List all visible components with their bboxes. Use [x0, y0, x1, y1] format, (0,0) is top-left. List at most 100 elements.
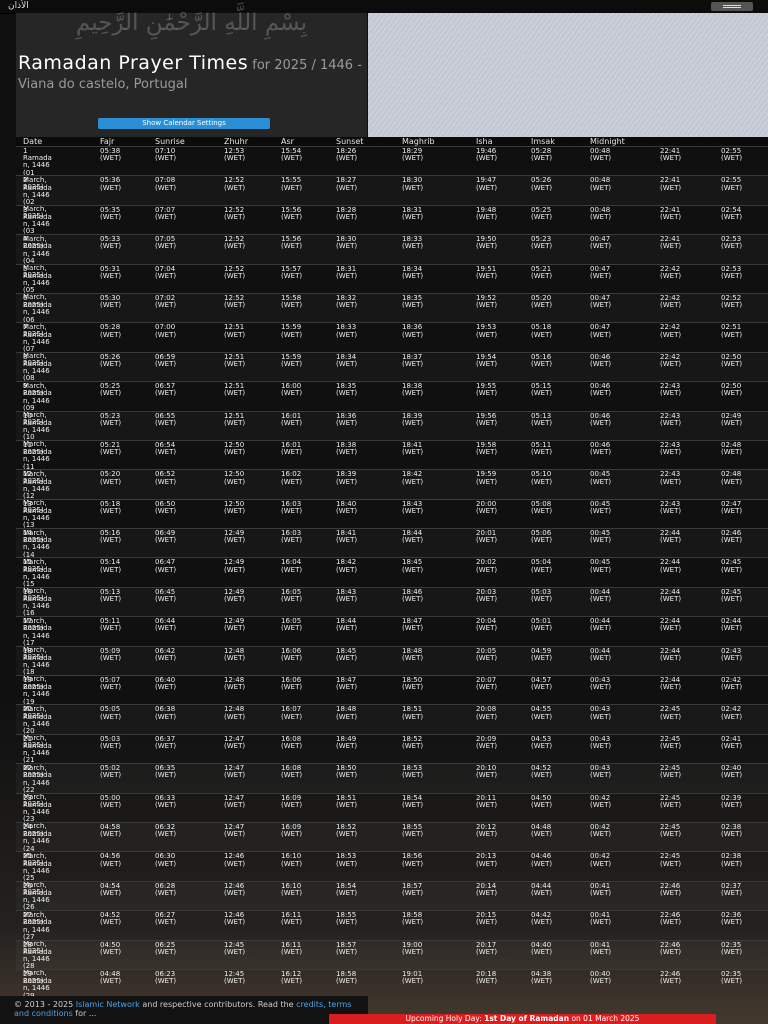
table-row: 7 Ramadan, 1446 (07 March, 2025) 05:28 (W… [16, 322, 768, 367]
time-cell: 16:10 (WET) [281, 852, 303, 868]
time-cell: 20:10 (WET) [476, 764, 498, 780]
time-cell: 12:47 (WET) [224, 822, 246, 839]
time-cell: 05:13 (WET) [100, 587, 122, 604]
table-row: 16 Ramadan, 1446 (16 March, 2025) 05:13 (… [16, 586, 768, 631]
time-cell: 18:38 (WET) [402, 382, 424, 398]
time-cell: 16:03 (WET) [281, 499, 303, 515]
time-cell: 20:01 (WET) [476, 529, 498, 545]
time-cell: 16:01 (WET) [281, 440, 303, 457]
time-cell: 05:08 (WET) [531, 499, 553, 515]
time-cell: 04:54 (WET) [100, 881, 122, 897]
time-cell: 02:43 (WET) [721, 646, 743, 662]
upcoming-holiday-banner[interactable]: Upcoming Holy Day: 1st Day of Ramadan on… [329, 1014, 716, 1024]
time-cell: 05:20 (WET) [531, 293, 553, 310]
time-cell: 18:55 (WET) [402, 822, 424, 839]
time-cell: 00:47 (WET) [590, 293, 612, 310]
islamic-network-link[interactable]: Islamic Network [76, 1000, 140, 1009]
time-cell: 18:57 (WET) [336, 940, 358, 956]
time-cell: 19:00 (WET) [402, 940, 424, 956]
time-cell: 20:05 (WET) [476, 646, 498, 662]
time-cell: 05:11 (WET) [100, 617, 122, 633]
time-cell: 02:41 (WET) [721, 734, 743, 751]
time-cell: 16:11 (WET) [281, 911, 303, 927]
time-cell: 05:01 (WET) [531, 617, 553, 633]
time-cell: 15:57 (WET) [281, 264, 303, 280]
time-cell: 18:39 (WET) [336, 470, 358, 486]
table-row: 5 Ramadan, 1446 (05 March, 2025) 05:31 (W… [16, 263, 768, 308]
time-cell: 06:40 (WET) [155, 676, 177, 692]
time-cell: 18:46 (WET) [402, 587, 424, 604]
table-row: 4 Ramadan, 1446 (04 March, 2025) 05:33 (W… [16, 234, 768, 279]
time-cell: 07:10 (WET) [155, 147, 177, 163]
time-cell: 00:46 (WET) [590, 411, 612, 427]
time-cell: 05:05 (WET) [100, 705, 122, 721]
time-cell: 18:43 (WET) [336, 587, 358, 604]
time-cell: 16:08 (WET) [281, 734, 303, 751]
time-cell: 19:50 (WET) [476, 235, 498, 251]
time-cell: 05:14 (WET) [100, 558, 122, 574]
time-cell: 05:21 (WET) [531, 264, 553, 280]
time-cell: 05:23 (WET) [100, 411, 122, 427]
time-cell: 06:55 (WET) [155, 411, 177, 427]
time-cell: 05:30 (WET) [100, 293, 122, 310]
time-cell: 00:44 (WET) [590, 617, 612, 633]
table-row: 26 Ramadan, 1446 (26 March, 2025) 04:54 (… [16, 880, 768, 925]
column-header: Midnight [590, 137, 625, 146]
table-row: 17 Ramadan, 1446 (17 March, 2025) 05:11 (… [16, 616, 768, 661]
time-cell: 22:42 (WET) [660, 323, 682, 339]
time-cell: 22:42 (WET) [660, 352, 682, 368]
time-cell: 00:48 (WET) [590, 147, 612, 163]
time-cell: 05:28 (WET) [100, 323, 122, 339]
time-cell: 05:35 (WET) [100, 205, 122, 221]
time-cell: 12:46 (WET) [224, 911, 246, 927]
time-cell: 02:38 (WET) [721, 852, 743, 868]
time-cell: 00:43 (WET) [590, 764, 612, 780]
time-cell: 00:48 (WET) [590, 176, 612, 192]
time-cell: 18:30 (WET) [402, 176, 424, 192]
time-cell: 04:46 (WET) [531, 852, 553, 868]
time-cell: 00:41 (WET) [590, 911, 612, 927]
time-cell: 07:00 (WET) [155, 323, 177, 339]
time-cell: 04:57 (WET) [531, 676, 553, 692]
time-cell: 06:25 (WET) [155, 940, 177, 956]
time-cell: 18:50 (WET) [402, 676, 424, 692]
time-cell: 02:53 (WET) [721, 264, 743, 280]
time-cell: 04:53 (WET) [531, 734, 553, 751]
time-cell: 12:49 (WET) [224, 529, 246, 545]
time-cell: 12:52 (WET) [224, 205, 246, 221]
time-cell: 16:09 (WET) [281, 793, 303, 809]
time-cell: 04:55 (WET) [531, 705, 553, 721]
column-header: Imsak [531, 137, 555, 146]
time-cell: 02:45 (WET) [721, 587, 743, 604]
hamburger-menu-button[interactable] [711, 2, 753, 11]
time-cell: 12:47 (WET) [224, 764, 246, 780]
time-cell: 05:07 (WET) [100, 676, 122, 692]
time-cell: 22:43 (WET) [660, 499, 682, 515]
time-cell: 20:09 (WET) [476, 734, 498, 751]
time-cell: 02:45 (WET) [721, 558, 743, 574]
time-cell: 06:38 (WET) [155, 705, 177, 721]
time-cell: 02:51 (WET) [721, 323, 743, 339]
time-cell: 16:08 (WET) [281, 764, 303, 780]
table-row: 24 Ramadan, 1446 (24 March, 2025) 04:58 (… [16, 821, 768, 867]
time-cell: 07:05 (WET) [155, 235, 177, 251]
time-cell: 05:18 (WET) [531, 323, 553, 339]
time-cell: 18:41 (WET) [336, 529, 358, 545]
time-cell: 16:00 (WET) [281, 382, 303, 398]
time-cell: 16:06 (WET) [281, 676, 303, 692]
time-cell: 12:48 (WET) [224, 676, 246, 692]
time-cell: 02:40 (WET) [721, 764, 743, 780]
time-cell: 18:47 (WET) [402, 617, 424, 633]
time-cell: 18:34 (WET) [336, 352, 358, 368]
time-cell: 12:50 (WET) [224, 470, 246, 486]
time-cell: 00:41 (WET) [590, 940, 612, 956]
time-cell: 16:10 (WET) [281, 881, 303, 897]
time-cell: 05:33 (WET) [100, 235, 122, 251]
time-cell: 05:09 (WET) [100, 646, 122, 662]
time-cell: 18:58 (WET) [402, 911, 424, 927]
time-cell: 18:26 (WET) [336, 147, 358, 163]
time-cell: 18:35 (WET) [336, 382, 358, 398]
time-cell: 12:52 (WET) [224, 264, 246, 280]
time-cell: 06:23 (WET) [155, 969, 177, 986]
show-calendar-settings-button[interactable]: Show Calendar Settings [98, 118, 270, 129]
